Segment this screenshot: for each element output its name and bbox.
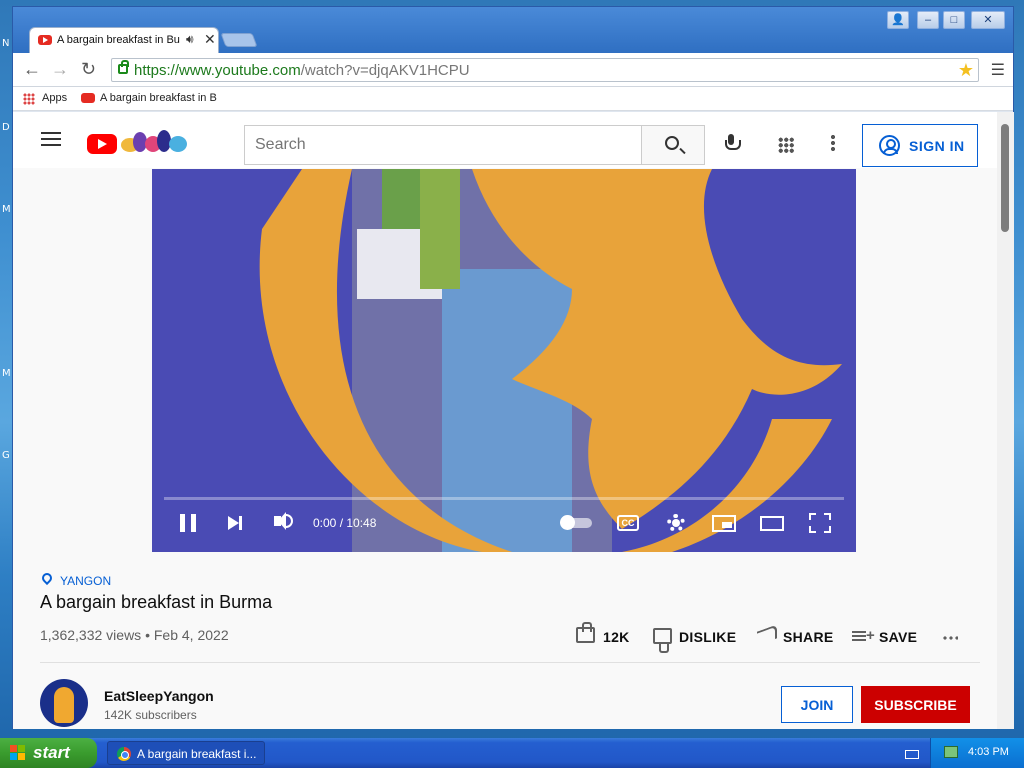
desktop-icon-label: G — [2, 450, 10, 461]
bookmarks-bar: Apps A bargain breakfast in B — [13, 87, 1013, 111]
desktop-icon-label: D — [2, 122, 10, 133]
minimize-button[interactable]: – — [917, 11, 939, 29]
upload-date: Feb 4, 2022 — [153, 627, 229, 643]
keyboard-icon[interactable] — [905, 750, 919, 759]
speaker-icon[interactable]: 🔊︎ — [186, 32, 194, 47]
bookmark-star-icon[interactable]: ★ — [958, 60, 974, 81]
channel-name[interactable]: EatSleepYangon — [104, 688, 214, 704]
view-count: 1,362,332 views — [40, 627, 142, 643]
doodle-logo-icon[interactable] — [121, 130, 193, 156]
subscribe-button[interactable]: SUBSCRIBE — [861, 686, 970, 723]
address-bar[interactable]: https://www.youtube.com/watch?v=djqAKV1H… — [111, 58, 979, 82]
taskbar-chrome-item[interactable]: A bargain breakfast i... — [107, 741, 265, 765]
browser-toolbar: ← → ↻ https://www.youtube.com/watch?v=dj… — [13, 53, 1013, 87]
meta-separator: • — [145, 627, 150, 643]
desktop-icon-label: N — [2, 38, 10, 49]
fullscreen-icon[interactable] — [809, 513, 831, 533]
youtube-header: SIGN IN — [13, 112, 997, 168]
autoplay-toggle[interactable] — [560, 515, 592, 530]
title-bar[interactable]: 👤 – □ ✕ A bargain breakfast in Bu 🔊︎ ✕ — [13, 7, 1013, 53]
user-circle-icon — [879, 135, 900, 156]
search-button[interactable] — [641, 125, 705, 165]
page-scrollbar[interactable] — [997, 112, 1014, 729]
save-playlist-icon[interactable] — [852, 627, 875, 644]
settings-gear-icon[interactable] — [667, 514, 685, 532]
video-frame — [152, 169, 856, 552]
hamburger-menu-icon[interactable] — [41, 132, 61, 146]
youtube-favicon-icon — [38, 35, 52, 45]
dislike-label: DISLIKE — [679, 629, 737, 645]
back-arrow-icon[interactable]: ← — [23, 59, 41, 80]
scroll-thumb[interactable] — [1001, 124, 1009, 232]
search-box — [244, 125, 641, 165]
time-display: 0:00 / 10:48 — [313, 516, 377, 530]
start-button[interactable]: start — [0, 738, 97, 768]
desktop-icon-label: M — [2, 204, 11, 215]
video-player[interactable]: 0:00 / 10:48 CC — [152, 169, 856, 552]
video-title: A bargain breakfast in Burma — [40, 592, 273, 612]
new-tab-button[interactable] — [220, 33, 258, 47]
search-input[interactable] — [255, 136, 625, 154]
search-icon — [665, 136, 679, 150]
like-count: 12K — [603, 629, 630, 645]
windows-flag-icon — [10, 745, 26, 761]
sign-in-label: SIGN IN — [909, 138, 965, 154]
tab-title: A bargain breakfast in Bu — [57, 34, 180, 46]
channel-avatar[interactable] — [40, 679, 88, 727]
forward-arrow-icon[interactable]: → — [51, 59, 69, 80]
theater-mode-icon[interactable] — [760, 516, 784, 531]
chrome-icon — [117, 747, 131, 761]
miniplayer-icon[interactable] — [712, 515, 736, 532]
desktop-icon-label: M — [2, 368, 11, 379]
apps-grid-icon[interactable] — [23, 93, 35, 105]
tab-close-icon[interactable]: ✕ — [204, 31, 216, 48]
thumbs-down-icon[interactable] — [653, 628, 672, 653]
close-window-button[interactable]: ✕ — [971, 11, 1005, 29]
captions-icon[interactable]: CC — [617, 515, 639, 531]
taskbar: start A bargain breakfast i... 4:03 PM — [0, 738, 1024, 768]
divider — [40, 662, 980, 663]
profile-button[interactable]: 👤 — [887, 11, 909, 29]
start-label: start — [33, 743, 70, 762]
system-tray: 4:03 PM — [930, 738, 1024, 768]
volume-icon[interactable] — [274, 512, 286, 530]
share-arrow-icon[interactable] — [757, 624, 777, 646]
lock-icon — [118, 60, 129, 74]
microphone-icon[interactable] — [725, 134, 741, 152]
youtube-logo-icon[interactable] — [87, 134, 117, 154]
subscriber-count: 142K subscribers — [104, 708, 197, 722]
sign-in-button[interactable]: SIGN IN — [862, 124, 978, 167]
thumbs-up-icon[interactable] — [576, 622, 595, 643]
browser-window: 👤 – □ ✕ A bargain breakfast in Bu 🔊︎ ✕ ←… — [12, 6, 1014, 729]
video-meta: 1,362,332 views • Feb 4, 2022 — [40, 627, 229, 643]
maximize-button[interactable]: □ — [943, 11, 965, 29]
youtube-page: SIGN IN 0:00 / 10:48 CC — [13, 112, 997, 729]
next-icon[interactable] — [228, 516, 242, 530]
clock[interactable]: 4:03 PM — [968, 746, 1009, 758]
share-label: SHARE — [783, 629, 834, 645]
youtube-favicon-icon — [81, 93, 95, 103]
location-link[interactable]: YANGON — [60, 574, 111, 588]
more-actions-icon[interactable] — [942, 636, 958, 640]
pause-icon[interactable] — [180, 514, 196, 532]
settings-kebab-icon[interactable] — [831, 134, 835, 152]
location-pin-icon — [39, 570, 55, 586]
bookmark-item[interactable]: A bargain breakfast in B — [100, 92, 218, 104]
progress-bar[interactable] — [164, 497, 844, 500]
taskbar-item-label: A bargain breakfast i... — [137, 747, 257, 761]
apps-grid-icon[interactable] — [778, 137, 794, 153]
browser-tab[interactable]: A bargain breakfast in Bu 🔊︎ ✕ — [29, 27, 219, 53]
network-icon[interactable] — [944, 746, 958, 758]
url-text: https://www.youtube.com/watch?v=djqAKV1H… — [134, 62, 470, 79]
bookmark-apps[interactable]: Apps — [42, 92, 67, 104]
join-button[interactable]: JOIN — [781, 686, 853, 723]
reload-icon[interactable]: ↻ — [81, 59, 96, 80]
save-label: SAVE — [879, 629, 918, 645]
browser-menu-icon[interactable]: ☰ — [991, 60, 1005, 80]
